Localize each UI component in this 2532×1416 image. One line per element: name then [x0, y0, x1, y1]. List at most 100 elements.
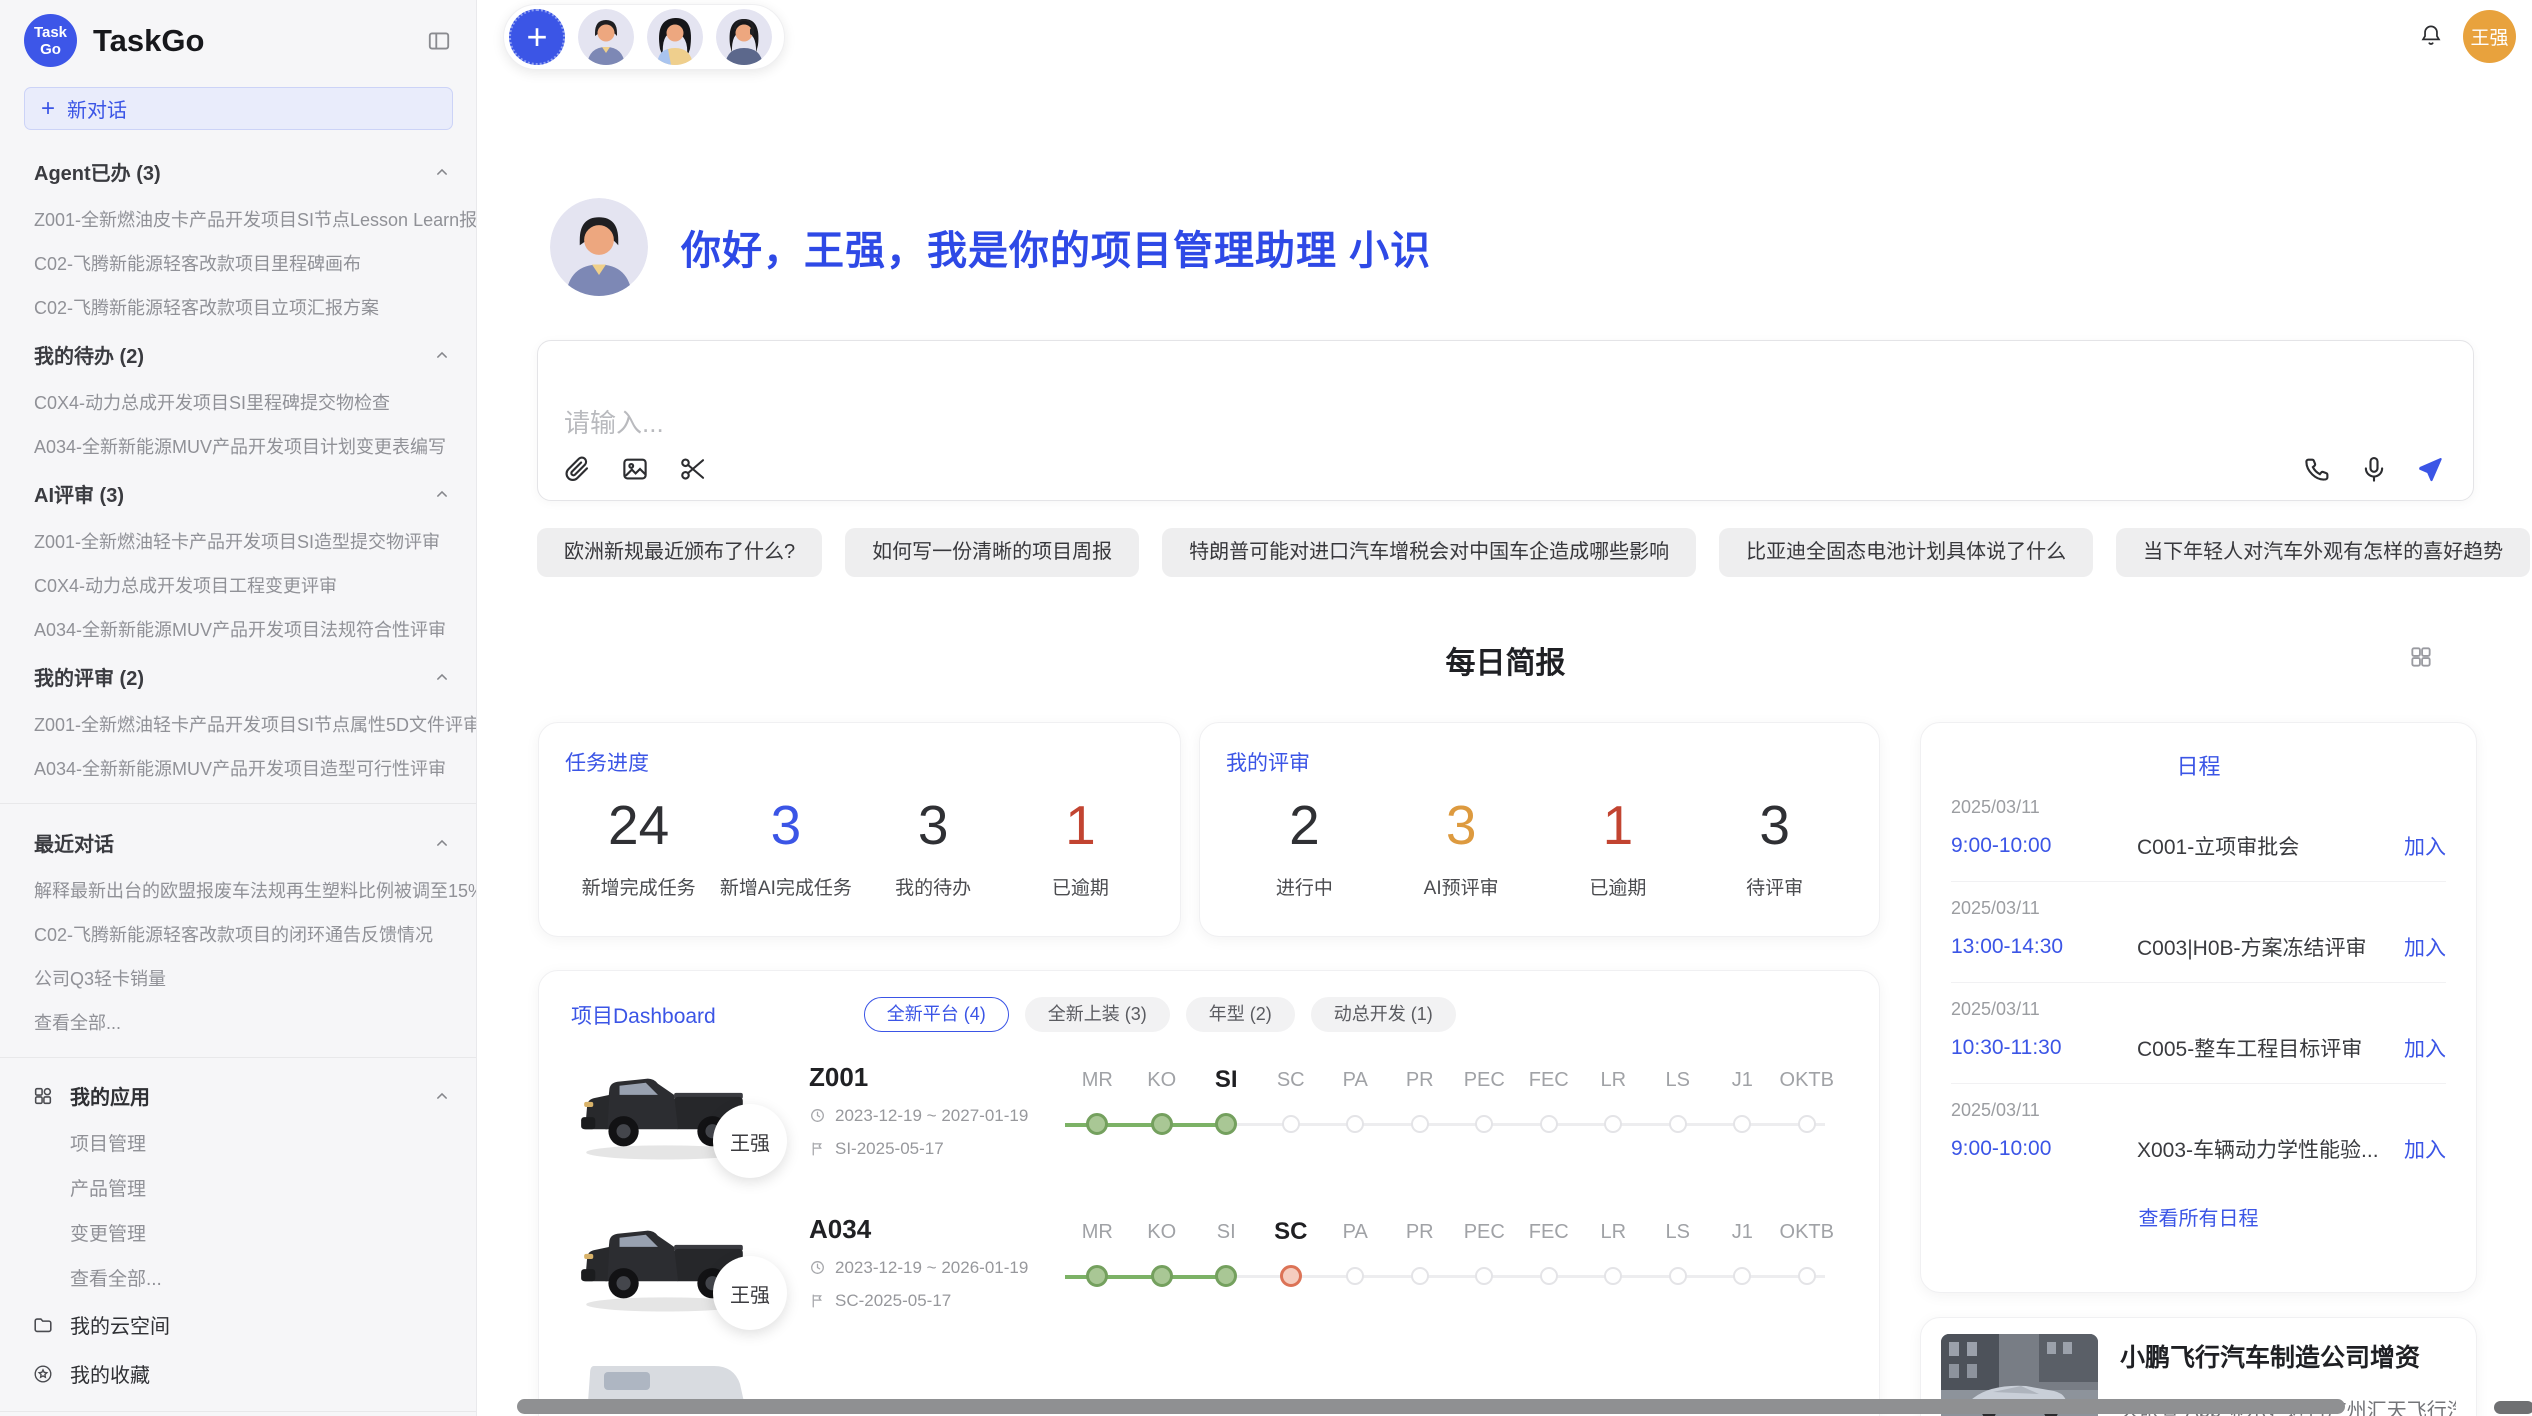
- milestone-node[interactable]: [1475, 1115, 1493, 1133]
- schedule-name[interactable]: C001-立项审批会: [2137, 831, 2404, 861]
- image-upload-icon[interactable]: [620, 454, 650, 484]
- milestone-node[interactable]: [1733, 1267, 1751, 1285]
- sidebar-list-item[interactable]: C0X4-动力总成开发项目工程变更评审: [0, 563, 476, 607]
- join-meeting-link[interactable]: 加入: [2404, 1134, 2446, 1164]
- agent-avatar-3[interactable]: [716, 9, 772, 65]
- project-code[interactable]: Z001: [809, 1062, 1061, 1093]
- suggestion-chip[interactable]: 欧洲新规最近颁布了什么?: [537, 528, 822, 577]
- sidebar-list-item[interactable]: 公司Q3轻卡销量: [0, 956, 476, 1000]
- sidebar-section-header[interactable]: 我的待办 (2): [0, 329, 476, 380]
- view-all-schedule-link[interactable]: 查看所有日程: [1951, 1202, 2446, 1231]
- milestone-node[interactable]: [1280, 1265, 1302, 1287]
- sidebar-list-item[interactable]: C0X4-动力总成开发项目SI里程碑提交物检查: [0, 380, 476, 424]
- scrollbar-corner[interactable]: [2494, 1401, 2532, 1414]
- sidebar-section-header[interactable]: 最近对话: [0, 817, 476, 868]
- sidebar-app-subitem[interactable]: 产品管理: [0, 1165, 476, 1210]
- milestone-node[interactable]: [1604, 1267, 1622, 1285]
- suggestion-chip[interactable]: 当下年轻人对汽车外观有怎样的喜好趋势: [2116, 528, 2530, 577]
- cloud-folder-icon: [32, 1314, 54, 1336]
- sidebar-app-subitem[interactable]: 查看全部...: [0, 1255, 476, 1300]
- schedule-name[interactable]: C005-整车工程目标评审: [2137, 1033, 2404, 1063]
- user-avatar[interactable]: 王强: [2463, 10, 2516, 63]
- milestone-node[interactable]: [1346, 1115, 1364, 1133]
- suggestion-chip[interactable]: 特朗普可能对进口汽车增税会对中国车企造成哪些影响: [1162, 528, 1696, 577]
- sidebar-list-item[interactable]: Z001-全新燃油轻卡产品开发项目SI节点属性5D文件评审: [0, 702, 476, 746]
- composer[interactable]: 请输入...: [537, 340, 2474, 501]
- milestone-node[interactable]: [1669, 1115, 1687, 1133]
- sidebar-list-item[interactable]: A034-全新新能源MUV产品开发项目计划变更表编写: [0, 424, 476, 468]
- sidebar-item-star-badge[interactable]: 我的收藏: [0, 1349, 476, 1398]
- schedule-name[interactable]: X003-车辆动力学性能验...: [2137, 1134, 2404, 1164]
- sidebar-list-item[interactable]: A034-全新新能源MUV产品开发项目造型可行性评审: [0, 746, 476, 790]
- milestone-node[interactable]: [1798, 1267, 1816, 1285]
- milestone-node[interactable]: [1411, 1267, 1429, 1285]
- milestone-node[interactable]: [1669, 1267, 1687, 1285]
- sidebar-section-header[interactable]: 我的评审 (2): [0, 651, 476, 702]
- milestone-label: PR: [1406, 1062, 1434, 1098]
- collapse-sidebar-icon[interactable]: [426, 28, 452, 54]
- suggestion-chip[interactable]: 如何写一份清晰的项目周报: [845, 528, 1139, 577]
- sidebar-list-item[interactable]: 查看全部...: [0, 1000, 476, 1044]
- milestone-node[interactable]: [1475, 1267, 1493, 1285]
- project-code[interactable]: A034: [809, 1214, 1061, 1245]
- milestone-node[interactable]: [1151, 1265, 1173, 1287]
- dashboard-tab[interactable]: 全新上装 (3): [1025, 997, 1170, 1032]
- add-agent-button[interactable]: +: [509, 9, 565, 65]
- attachment-icon[interactable]: [562, 454, 592, 484]
- milestone-node[interactable]: [1086, 1113, 1108, 1135]
- stat-value: 2: [1226, 793, 1383, 857]
- new-chat-button[interactable]: + 新对话: [24, 87, 453, 130]
- scissors-icon[interactable]: [678, 454, 708, 484]
- sidebar-section-header[interactable]: Agent已办 (3): [0, 146, 476, 197]
- plus-icon: +: [41, 97, 55, 121]
- sidebar-list-item[interactable]: C02-飞腾新能源轻客改款项目里程碑画布: [0, 241, 476, 285]
- send-icon[interactable]: [2415, 454, 2445, 484]
- agent-avatar-2[interactable]: [647, 9, 703, 65]
- suggestion-chip[interactable]: 比亚迪全固态电池计划具体说了什么: [1719, 528, 2093, 577]
- milestone-node[interactable]: [1411, 1115, 1429, 1133]
- sidebar-list-item[interactable]: C02-飞腾新能源轻客改款项目的闭环通告反馈情况: [0, 912, 476, 956]
- sidebar-scroll-area: Agent已办 (3)Z001-全新燃油皮卡产品开发项目SI节点Lesson L…: [0, 146, 476, 1416]
- sidebar-list-item[interactable]: Z001-全新燃油轻卡产品开发项目SI造型提交物评审: [0, 519, 476, 563]
- stat-value: 3: [860, 793, 1007, 857]
- milestone-node[interactable]: [1086, 1265, 1108, 1287]
- dashboard-tab[interactable]: 全新平台 (4): [864, 997, 1009, 1032]
- layout-grid-icon[interactable]: [2408, 644, 2434, 670]
- sidebar-app-subitem[interactable]: 项目管理: [0, 1120, 476, 1165]
- dashboard-tab[interactable]: 年型 (2): [1186, 997, 1295, 1032]
- milestone-node[interactable]: [1540, 1115, 1558, 1133]
- milestone-node-slot: [1151, 1262, 1173, 1290]
- milestone-node[interactable]: [1798, 1115, 1816, 1133]
- milestone: LS: [1646, 1214, 1711, 1290]
- milestone-node[interactable]: [1151, 1113, 1173, 1135]
- milestone-node[interactable]: [1215, 1113, 1237, 1135]
- microphone-icon[interactable]: [2359, 454, 2389, 484]
- milestone-node[interactable]: [1540, 1267, 1558, 1285]
- sidebar-list-item[interactable]: 解释最新出台的欧盟报废车法规再生塑料比例被调至15%...: [0, 868, 476, 912]
- sidebar-item-my-apps[interactable]: 我的应用: [0, 1071, 476, 1120]
- milestone: PR: [1388, 1062, 1453, 1138]
- sidebar-app-subitem[interactable]: 变更管理: [0, 1210, 476, 1255]
- sidebar-section-header[interactable]: AI评审 (3): [0, 468, 476, 519]
- notification-bell-icon[interactable]: [2418, 22, 2444, 48]
- milestone-node[interactable]: [1346, 1267, 1364, 1285]
- sidebar-item-cloud-folder[interactable]: 我的云空间: [0, 1300, 476, 1349]
- phone-icon[interactable]: [2303, 454, 2333, 484]
- milestone-node[interactable]: [1733, 1115, 1751, 1133]
- dashboard-tab[interactable]: 动总开发 (1): [1311, 997, 1456, 1032]
- sidebar-list-item[interactable]: Z001-全新燃油皮卡产品开发项目SI节点Lesson Learn报告: [0, 197, 476, 241]
- milestone-node-slot: [1798, 1110, 1816, 1138]
- milestone-node[interactable]: [1604, 1115, 1622, 1133]
- milestone-node[interactable]: [1215, 1265, 1237, 1287]
- sidebar-list-item[interactable]: A034-全新新能源MUV产品开发项目法规符合性评审: [0, 607, 476, 651]
- stat-column: 2进行中: [1226, 793, 1383, 900]
- join-meeting-link[interactable]: 加入: [2404, 1033, 2446, 1063]
- agent-avatar-1[interactable]: [578, 9, 634, 65]
- join-meeting-link[interactable]: 加入: [2404, 932, 2446, 962]
- task-progress-card: 任务进度24新增完成任务3新增AI完成任务3我的待办1已逾期: [538, 722, 1181, 937]
- join-meeting-link[interactable]: 加入: [2404, 831, 2446, 861]
- milestone-node[interactable]: [1282, 1115, 1300, 1133]
- sidebar-list-item[interactable]: C02-飞腾新能源轻客改款项目立项汇报方案: [0, 285, 476, 329]
- schedule-name[interactable]: C003|H0B-方案冻结评审: [2137, 932, 2404, 962]
- horizontal-scrollbar-thumb[interactable]: [517, 1399, 2345, 1414]
